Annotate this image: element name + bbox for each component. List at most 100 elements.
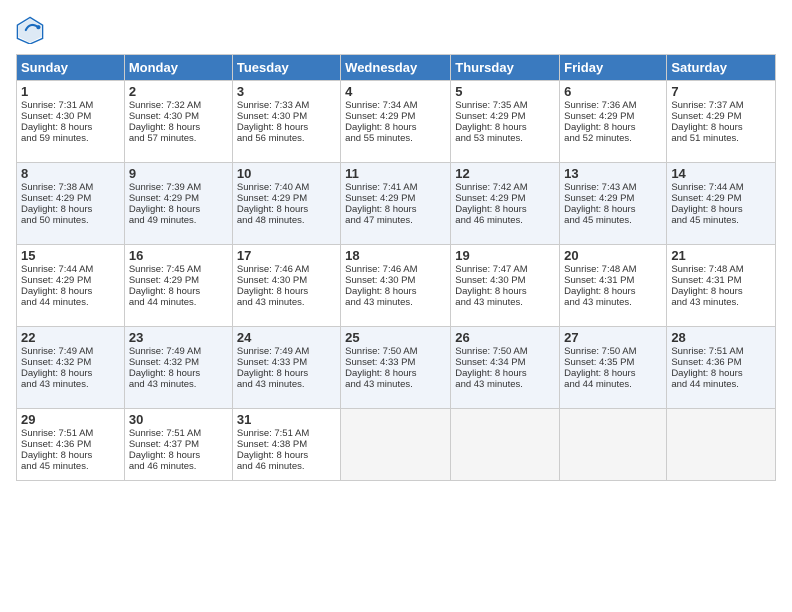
day-number: 21 — [671, 248, 771, 263]
sunset-text: Sunset: 4:29 PM — [671, 111, 771, 122]
sunset-text: Sunset: 4:30 PM — [129, 111, 228, 122]
calendar-cell: 4Sunrise: 7:34 AMSunset: 4:29 PMDaylight… — [341, 81, 451, 163]
daylight-minutes-text: and 48 minutes. — [237, 215, 336, 226]
day-number: 15 — [21, 248, 120, 263]
page: SundayMondayTuesdayWednesdayThursdayFrid… — [0, 0, 792, 491]
daylight-text: Daylight: 8 hours — [455, 368, 555, 379]
daylight-minutes-text: and 44 minutes. — [21, 297, 120, 308]
daylight-text: Daylight: 8 hours — [564, 286, 662, 297]
day-number: 31 — [237, 412, 336, 427]
sunrise-text: Sunrise: 7:50 AM — [345, 346, 446, 357]
sunset-text: Sunset: 4:29 PM — [21, 193, 120, 204]
daylight-text: Daylight: 8 hours — [237, 286, 336, 297]
sunrise-text: Sunrise: 7:47 AM — [455, 264, 555, 275]
sunset-text: Sunset: 4:29 PM — [564, 111, 662, 122]
day-number: 22 — [21, 330, 120, 345]
sunset-text: Sunset: 4:29 PM — [237, 193, 336, 204]
daylight-minutes-text: and 52 minutes. — [564, 133, 662, 144]
day-number: 2 — [129, 84, 228, 99]
sunset-text: Sunset: 4:36 PM — [671, 357, 771, 368]
calendar-cell: 23Sunrise: 7:49 AMSunset: 4:32 PMDayligh… — [124, 327, 232, 409]
weekday-header: Wednesday — [341, 55, 451, 81]
day-number: 17 — [237, 248, 336, 263]
sunrise-text: Sunrise: 7:40 AM — [237, 182, 336, 193]
sunrise-text: Sunrise: 7:46 AM — [237, 264, 336, 275]
calendar-cell: 31Sunrise: 7:51 AMSunset: 4:38 PMDayligh… — [232, 409, 340, 481]
sunset-text: Sunset: 4:29 PM — [129, 275, 228, 286]
daylight-minutes-text: and 59 minutes. — [21, 133, 120, 144]
calendar-week-row: 8Sunrise: 7:38 AMSunset: 4:29 PMDaylight… — [17, 163, 776, 245]
daylight-minutes-text: and 44 minutes. — [129, 297, 228, 308]
calendar-header-row: SundayMondayTuesdayWednesdayThursdayFrid… — [17, 55, 776, 81]
sunset-text: Sunset: 4:37 PM — [129, 439, 228, 450]
calendar-cell — [451, 409, 560, 481]
daylight-text: Daylight: 8 hours — [671, 368, 771, 379]
sunrise-text: Sunrise: 7:38 AM — [21, 182, 120, 193]
calendar-cell: 17Sunrise: 7:46 AMSunset: 4:30 PMDayligh… — [232, 245, 340, 327]
daylight-minutes-text: and 46 minutes. — [237, 461, 336, 472]
calendar-cell: 25Sunrise: 7:50 AMSunset: 4:33 PMDayligh… — [341, 327, 451, 409]
daylight-minutes-text: and 50 minutes. — [21, 215, 120, 226]
sunset-text: Sunset: 4:30 PM — [455, 275, 555, 286]
sunrise-text: Sunrise: 7:48 AM — [671, 264, 771, 275]
day-number: 9 — [129, 166, 228, 181]
sunset-text: Sunset: 4:34 PM — [455, 357, 555, 368]
day-number: 6 — [564, 84, 662, 99]
calendar-cell: 5Sunrise: 7:35 AMSunset: 4:29 PMDaylight… — [451, 81, 560, 163]
sunrise-text: Sunrise: 7:35 AM — [455, 100, 555, 111]
daylight-minutes-text: and 46 minutes. — [455, 215, 555, 226]
sunset-text: Sunset: 4:29 PM — [564, 193, 662, 204]
calendar-cell: 8Sunrise: 7:38 AMSunset: 4:29 PMDaylight… — [17, 163, 125, 245]
sunset-text: Sunset: 4:30 PM — [345, 275, 446, 286]
sunrise-text: Sunrise: 7:33 AM — [237, 100, 336, 111]
daylight-minutes-text: and 43 minutes. — [237, 379, 336, 390]
daylight-text: Daylight: 8 hours — [237, 122, 336, 133]
daylight-text: Daylight: 8 hours — [671, 204, 771, 215]
daylight-text: Daylight: 8 hours — [671, 286, 771, 297]
calendar-cell: 18Sunrise: 7:46 AMSunset: 4:30 PMDayligh… — [341, 245, 451, 327]
sunrise-text: Sunrise: 7:49 AM — [237, 346, 336, 357]
calendar-body: 1Sunrise: 7:31 AMSunset: 4:30 PMDaylight… — [17, 81, 776, 481]
sunset-text: Sunset: 4:30 PM — [237, 111, 336, 122]
sunset-text: Sunset: 4:29 PM — [345, 111, 446, 122]
sunrise-text: Sunrise: 7:46 AM — [345, 264, 446, 275]
header — [16, 16, 776, 44]
daylight-minutes-text: and 51 minutes. — [671, 133, 771, 144]
sunset-text: Sunset: 4:33 PM — [237, 357, 336, 368]
day-number: 14 — [671, 166, 771, 181]
daylight-minutes-text: and 55 minutes. — [345, 133, 446, 144]
daylight-minutes-text: and 45 minutes. — [671, 215, 771, 226]
sunset-text: Sunset: 4:35 PM — [564, 357, 662, 368]
daylight-minutes-text: and 43 minutes. — [671, 297, 771, 308]
calendar-week-row: 29Sunrise: 7:51 AMSunset: 4:36 PMDayligh… — [17, 409, 776, 481]
day-number: 25 — [345, 330, 446, 345]
daylight-minutes-text: and 53 minutes. — [455, 133, 555, 144]
daylight-text: Daylight: 8 hours — [129, 122, 228, 133]
sunrise-text: Sunrise: 7:34 AM — [345, 100, 446, 111]
sunset-text: Sunset: 4:29 PM — [455, 193, 555, 204]
day-number: 18 — [345, 248, 446, 263]
daylight-minutes-text: and 44 minutes. — [564, 379, 662, 390]
daylight-text: Daylight: 8 hours — [564, 122, 662, 133]
daylight-minutes-text: and 43 minutes. — [129, 379, 228, 390]
daylight-text: Daylight: 8 hours — [237, 204, 336, 215]
sunrise-text: Sunrise: 7:50 AM — [564, 346, 662, 357]
calendar-cell: 11Sunrise: 7:41 AMSunset: 4:29 PMDayligh… — [341, 163, 451, 245]
sunrise-text: Sunrise: 7:51 AM — [129, 428, 228, 439]
sunset-text: Sunset: 4:36 PM — [21, 439, 120, 450]
daylight-text: Daylight: 8 hours — [564, 368, 662, 379]
day-number: 16 — [129, 248, 228, 263]
daylight-minutes-text: and 45 minutes. — [564, 215, 662, 226]
calendar-cell: 22Sunrise: 7:49 AMSunset: 4:32 PMDayligh… — [17, 327, 125, 409]
sunset-text: Sunset: 4:32 PM — [129, 357, 228, 368]
day-number: 12 — [455, 166, 555, 181]
day-number: 11 — [345, 166, 446, 181]
daylight-text: Daylight: 8 hours — [455, 286, 555, 297]
day-number: 26 — [455, 330, 555, 345]
daylight-text: Daylight: 8 hours — [671, 122, 771, 133]
sunset-text: Sunset: 4:33 PM — [345, 357, 446, 368]
daylight-text: Daylight: 8 hours — [129, 204, 228, 215]
calendar-cell: 9Sunrise: 7:39 AMSunset: 4:29 PMDaylight… — [124, 163, 232, 245]
daylight-text: Daylight: 8 hours — [129, 286, 228, 297]
logo — [16, 16, 48, 44]
